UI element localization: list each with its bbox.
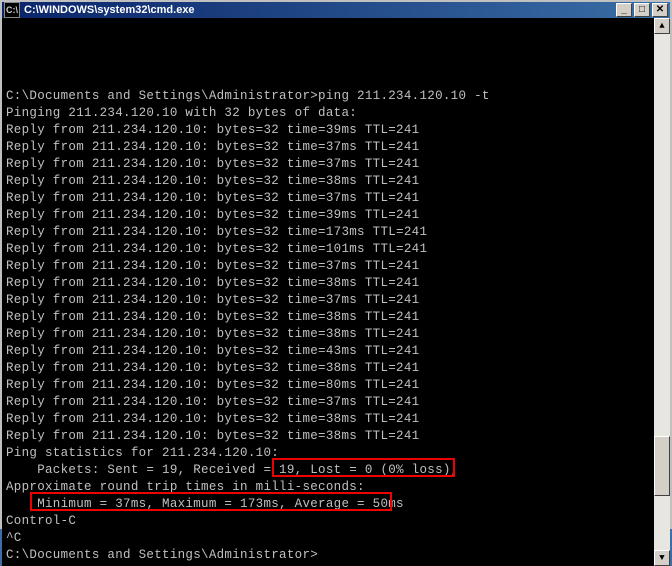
reply-line: Reply from 211.234.120.10: bytes=32 time… — [6, 173, 650, 190]
reply-line: Reply from 211.234.120.10: bytes=32 time… — [6, 360, 650, 377]
stats-header: Ping statistics for 211.234.120.10: — [6, 445, 650, 462]
reply-line: Reply from 211.234.120.10: bytes=32 time… — [6, 139, 650, 156]
minimize-button[interactable]: _ — [616, 3, 632, 17]
maximize-button[interactable]: □ — [634, 3, 650, 17]
scroll-thumb[interactable] — [654, 436, 670, 496]
timing-line: Minimum = 37ms, Maximum = 173ms, Average… — [6, 496, 650, 513]
reply-line: Reply from 211.234.120.10: bytes=32 time… — [6, 207, 650, 224]
reply-line: Reply from 211.234.120.10: bytes=32 time… — [6, 428, 650, 445]
reply-line: Reply from 211.234.120.10: bytes=32 time… — [6, 343, 650, 360]
reply-line: Reply from 211.234.120.10: bytes=32 time… — [6, 309, 650, 326]
terminal-output[interactable]: C:\Documents and Settings\Administrator>… — [2, 18, 654, 566]
reply-line: Reply from 211.234.120.10: bytes=32 time… — [6, 156, 650, 173]
reply-line: Reply from 211.234.120.10: bytes=32 time… — [6, 224, 650, 241]
scroll-down-button[interactable]: ▼ — [654, 550, 670, 566]
reply-line: Reply from 211.234.120.10: bytes=32 time… — [6, 411, 650, 428]
reply-line: Reply from 211.234.120.10: bytes=32 time… — [6, 190, 650, 207]
scroll-up-button[interactable]: ▲ — [654, 18, 670, 34]
window-title: C:\WINDOWS\system32\cmd.exe — [24, 4, 616, 16]
prompt-line-2: C:\Documents and Settings\Administrator> — [6, 547, 650, 564]
close-button[interactable]: ✕ — [652, 3, 668, 17]
content-wrap: C:\Documents and Settings\Administrator>… — [2, 18, 670, 566]
reply-line: Reply from 211.234.120.10: bytes=32 time… — [6, 275, 650, 292]
prompt-line: C:\Documents and Settings\Administrator>… — [6, 88, 650, 105]
scrollbar[interactable]: ▲ ▼ — [654, 18, 670, 566]
reply-line: Reply from 211.234.120.10: bytes=32 time… — [6, 241, 650, 258]
title-buttons: _ □ ✕ — [616, 3, 668, 17]
control-c-line: Control-C — [6, 513, 650, 530]
reply-line: Reply from 211.234.120.10: bytes=32 time… — [6, 326, 650, 343]
ping-header: Pinging 211.234.120.10 with 32 bytes of … — [6, 105, 650, 122]
cmd-window: C:\ C:\WINDOWS\system32\cmd.exe _ □ ✕ C:… — [0, 0, 672, 529]
reply-line: Reply from 211.234.120.10: bytes=32 time… — [6, 292, 650, 309]
scroll-track[interactable] — [654, 34, 670, 550]
reply-line: Reply from 211.234.120.10: bytes=32 time… — [6, 394, 650, 411]
reply-line: Reply from 211.234.120.10: bytes=32 time… — [6, 122, 650, 139]
titlebar[interactable]: C:\ C:\WINDOWS\system32\cmd.exe _ □ ✕ — [2, 2, 670, 18]
cmd-icon: C:\ — [4, 2, 20, 18]
reply-line: Reply from 211.234.120.10: bytes=32 time… — [6, 258, 650, 275]
packets-line: Packets: Sent = 19, Received = 19, Lost … — [6, 462, 650, 479]
caret-c-line: ^C — [6, 530, 650, 547]
reply-line: Reply from 211.234.120.10: bytes=32 time… — [6, 377, 650, 394]
approx-line: Approximate round trip times in milli-se… — [6, 479, 650, 496]
